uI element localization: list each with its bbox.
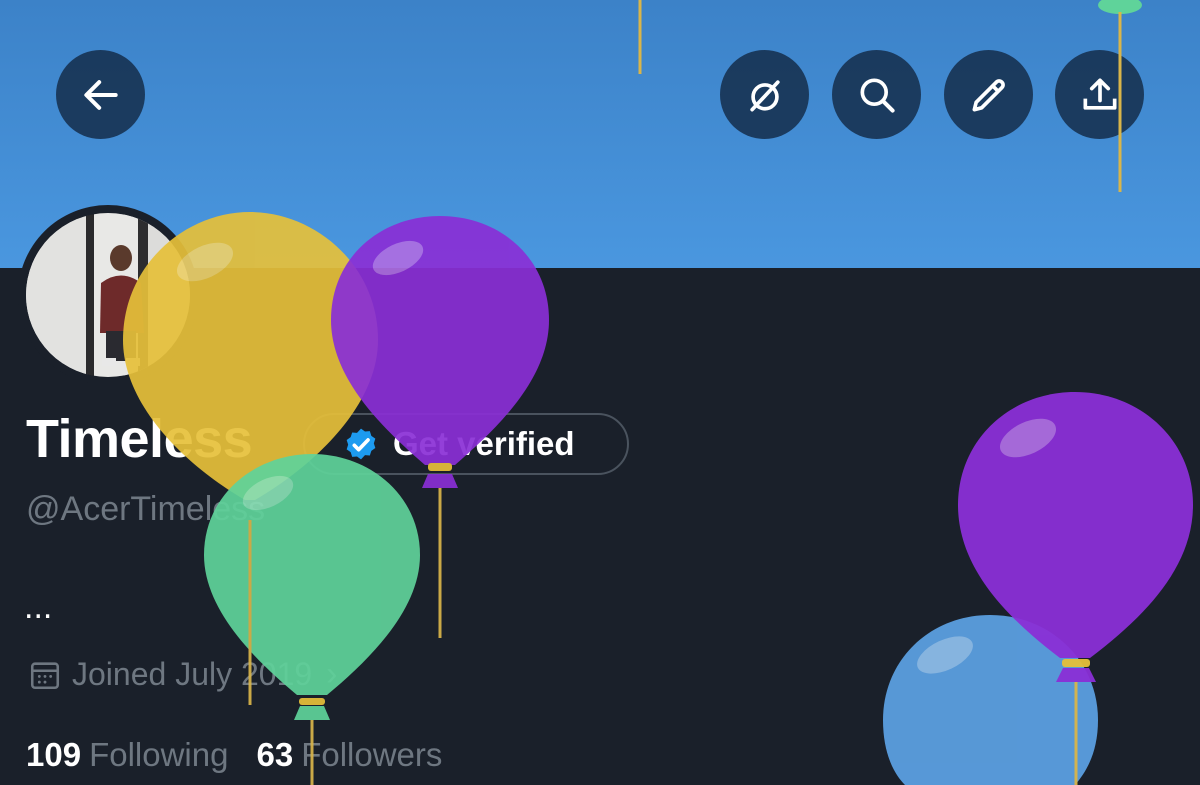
grok-button[interactable]	[720, 50, 809, 139]
display-name: Timeless	[26, 409, 253, 469]
balloon-purple-right	[958, 392, 1193, 785]
calendar-icon	[30, 661, 60, 689]
followers-count: 63	[256, 736, 294, 773]
balloon-blue	[883, 615, 1098, 785]
profile-photo	[26, 213, 190, 377]
share-button[interactable]	[1055, 50, 1144, 139]
pencil-icon	[972, 78, 1005, 111]
following-count: 109	[26, 736, 82, 773]
follow-stats: 109 Following 63 Followers	[26, 736, 470, 774]
slash-circle-icon	[749, 79, 780, 111]
arrow-left-icon	[83, 79, 118, 110]
verified-badge-icon	[346, 428, 376, 460]
followers-link[interactable]: 63 Followers	[256, 736, 442, 774]
profile-banner[interactable]	[0, 0, 1200, 268]
search-icon	[860, 78, 895, 113]
bio-text: ...	[24, 588, 53, 626]
followers-label: Followers	[301, 736, 443, 773]
get-verified-label: Get verified	[393, 425, 575, 462]
upload-icon	[1083, 78, 1116, 110]
back-button[interactable]	[56, 50, 145, 139]
user-handle: @AcerTimeless	[26, 490, 266, 528]
following-link[interactable]: 109 Following	[26, 736, 228, 774]
joined-date[interactable]: Joined July 2019 ›	[28, 655, 338, 694]
following-label: Following	[89, 736, 229, 773]
chevron-right-icon: ›	[326, 655, 338, 693]
joined-label: Joined July 2019	[72, 656, 313, 692]
get-verified-button[interactable]: Get verified	[303, 413, 629, 475]
avatar[interactable]	[18, 205, 198, 385]
search-button[interactable]	[832, 50, 921, 139]
edit-button[interactable]	[944, 50, 1033, 139]
